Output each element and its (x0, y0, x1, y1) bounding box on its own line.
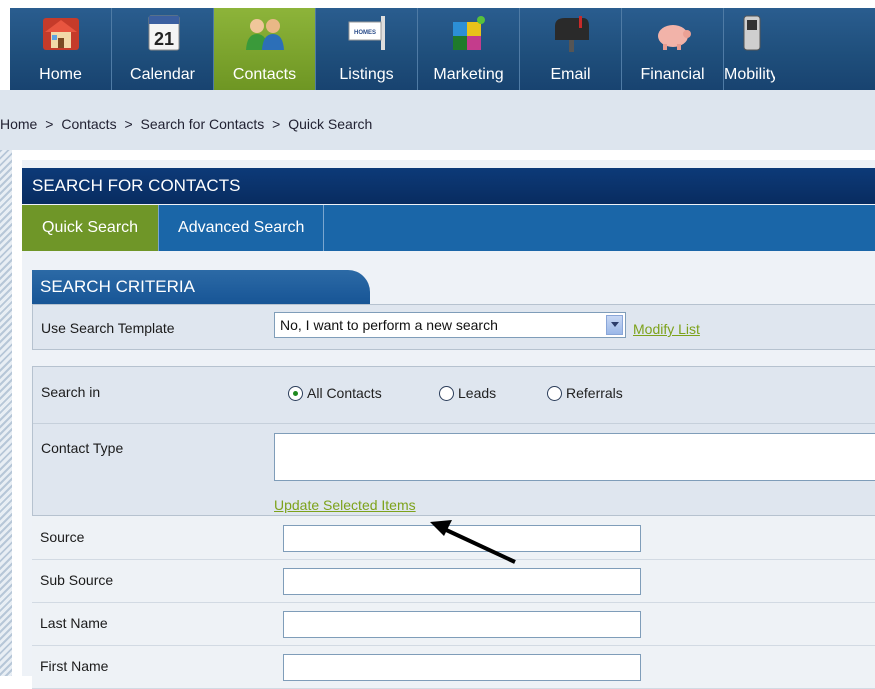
decorative-stripes (0, 150, 12, 676)
nav-email[interactable]: Email (520, 8, 622, 90)
contact-type-label: Contact Type (41, 440, 124, 456)
template-label: Use Search Template (41, 320, 175, 336)
divider (33, 423, 875, 424)
radio-referrals[interactable]: Referrals (547, 385, 623, 401)
first-name-input[interactable] (283, 654, 641, 681)
last-name-input[interactable] (283, 611, 641, 638)
contact-type-field[interactable] (274, 433, 875, 481)
nav-mobility[interactable]: Mobility (724, 8, 775, 90)
breadcrumb-contacts[interactable]: Contacts (61, 116, 116, 132)
search-in-label: Search in (41, 384, 101, 400)
breadcrumb: Home > Contacts > Search for Contacts > … (0, 116, 372, 132)
mailbox-icon (554, 16, 589, 52)
search-panel: SEARCH FOR CONTACTS Quick Search Advance… (22, 160, 875, 689)
nav-financial[interactable]: Financial (622, 8, 724, 90)
breadcrumb-separator: > (45, 116, 54, 132)
radio-leads[interactable]: Leads (439, 385, 496, 401)
field-row-last-name: Last Name (32, 603, 875, 646)
sub-source-label: Sub Source (40, 572, 114, 588)
select-value: No, I want to perform a new search (280, 317, 498, 333)
radio-all-contacts[interactable]: All Contacts (288, 385, 382, 401)
nav-label: Listings (339, 66, 394, 83)
radio-button[interactable] (439, 385, 454, 401)
nav-label: Marketing (433, 66, 504, 83)
chevron-down-icon[interactable] (606, 315, 623, 335)
breadcrumb-separator: > (272, 116, 281, 132)
nav-label: Calendar (130, 66, 195, 83)
nav-label: Financial (640, 66, 705, 83)
homes-sign-icon: HOMES (348, 16, 385, 50)
calendar-day-text: 21 (153, 29, 173, 49)
house-icon (42, 18, 79, 50)
nav-home[interactable]: Home (10, 8, 112, 90)
annotation-arrow-icon (430, 520, 516, 564)
breadcrumb-home[interactable]: Home (0, 116, 37, 132)
breadcrumb-quick-search: Quick Search (288, 116, 373, 132)
sub-source-input[interactable] (283, 568, 641, 595)
panel-title: SEARCH FOR CONTACTS (22, 168, 875, 204)
nav-label: Email (550, 66, 591, 83)
puzzle-icon (452, 16, 485, 50)
homes-sign-text: HOMES (353, 30, 375, 36)
nav-listings[interactable]: HOMES Listings (316, 8, 418, 90)
update-selected-items-link[interactable]: Update Selected Items (274, 497, 416, 513)
radio-label: Referrals (566, 385, 623, 401)
breadcrumb-search-contacts[interactable]: Search for Contacts (141, 116, 265, 132)
phone-icon (743, 15, 760, 51)
nav-marketing[interactable]: Marketing (418, 8, 520, 90)
first-name-label: First Name (40, 658, 109, 674)
people-icon (245, 19, 284, 50)
search-template-row: Use Search Template No, I want to perfor… (32, 304, 875, 350)
piggy-bank-icon (657, 25, 691, 50)
nav-label: Home (39, 66, 82, 83)
radio-label: Leads (458, 385, 497, 401)
source-label: Source (40, 529, 85, 545)
field-row-first-name: First Name (32, 646, 875, 689)
nav-label: Contacts (232, 66, 297, 83)
radio-label: All Contacts (307, 385, 382, 401)
search-criteria-header: SEARCH CRITERIA (32, 270, 370, 304)
search-tabs: Quick Search Advanced Search (22, 205, 875, 251)
nav-contacts[interactable]: Contacts (214, 8, 316, 90)
tab-quick-search[interactable]: Quick Search (22, 205, 160, 251)
breadcrumb-separator: > (124, 116, 133, 132)
search-template-select[interactable]: No, I want to perform a new search (274, 312, 626, 338)
radio-button[interactable] (547, 385, 562, 401)
top-nav-bar: Home 21 Calendar Contacts HOMES Listings (10, 8, 875, 90)
nav-calendar[interactable]: 21 Calendar (112, 8, 214, 90)
modify-list-link[interactable]: Modify List (633, 321, 700, 337)
last-name-label: Last Name (40, 615, 108, 631)
calendar-icon: 21 (148, 15, 179, 51)
radio-button[interactable] (288, 385, 303, 401)
tab-advanced-search[interactable]: Advanced Search (159, 205, 325, 251)
nav-label: Mobility (724, 66, 775, 83)
